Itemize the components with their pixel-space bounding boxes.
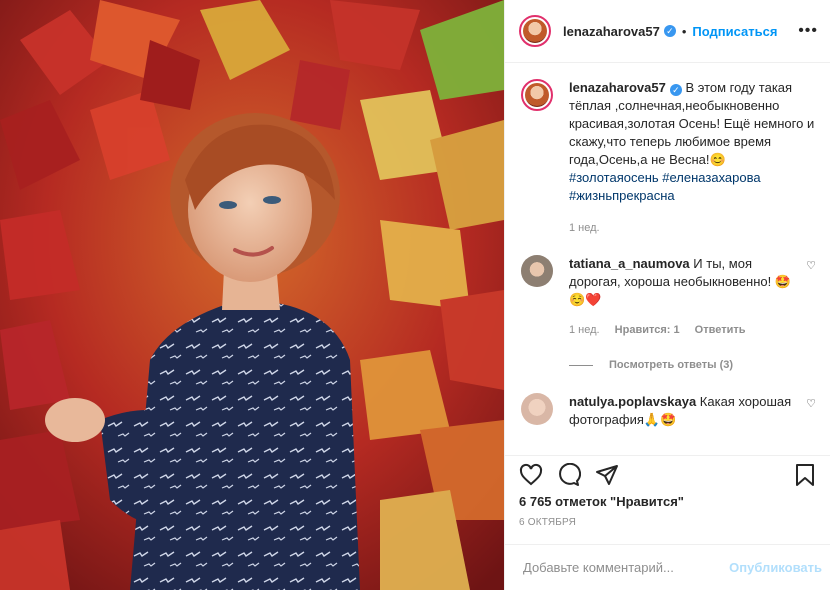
comment-input[interactable] xyxy=(521,559,730,576)
author-avatar[interactable] xyxy=(519,15,551,47)
post-side-panel: lenazaharova57 ✓ • Подписаться ••• lenaz… xyxy=(504,0,830,590)
caption-username[interactable]: lenazaharova57 xyxy=(569,80,666,95)
verified-badge-icon: ✓ xyxy=(663,25,676,37)
share-send-icon[interactable] xyxy=(595,463,619,487)
comment-bubble-icon[interactable] xyxy=(557,463,581,487)
reply-button[interactable]: Ответить xyxy=(695,324,746,336)
post-date[interactable]: 6 ОКТЯБРЯ xyxy=(519,517,576,528)
post-actions: 6 765 отметок "Нравится" xyxy=(505,455,830,525)
caption: lenazaharova57 ✓ В этом году такая тёплая… xyxy=(521,79,816,237)
separator-dot: • xyxy=(681,23,687,39)
like-heart-icon[interactable] xyxy=(519,463,543,487)
verified-badge-icon: ✓ xyxy=(669,84,682,96)
comment-likes[interactable]: Нравится: 1 xyxy=(615,324,680,336)
comments-section[interactable]: lenazaharova57 ✓ В этом году такая тёплая… xyxy=(505,63,830,455)
comment-time[interactable]: 1 нед. xyxy=(569,324,600,336)
like-comment-heart-icon[interactable]: ♡ xyxy=(806,397,816,410)
likes-count[interactable]: 6 765 отметок "Нравится" xyxy=(519,494,816,509)
like-comment-heart-icon[interactable]: ♡ xyxy=(806,259,816,272)
caption-time[interactable]: 1 нед. xyxy=(569,222,600,234)
comment-item: natulya.poplavskaya Какая хорошая фотогр… xyxy=(521,393,816,429)
follow-button[interactable]: Подписаться xyxy=(692,24,777,39)
view-replies-label[interactable]: Посмотреть ответы (3) xyxy=(609,359,733,371)
save-bookmark-icon[interactable] xyxy=(794,463,816,487)
commenter-avatar[interactable] xyxy=(521,393,553,425)
replies-line xyxy=(569,364,593,366)
author-avatar-caption[interactable] xyxy=(521,79,553,111)
caption-hashtags[interactable]: #золотаяосень #еленазахарова #жизньпрекр… xyxy=(569,170,761,203)
author-username[interactable]: lenazaharova57 xyxy=(563,24,660,39)
comment-item: tatiana_a_naumova И ты, моя дорогая, хор… xyxy=(521,255,816,339)
ellipsis-icon[interactable]: ••• xyxy=(798,22,818,40)
instagram-post: lenazaharova57 ✓ • Подписаться ••• lenaz… xyxy=(0,0,830,590)
photo-image xyxy=(0,0,504,590)
add-comment-bar: Опубликовать xyxy=(505,544,830,590)
comment-username[interactable]: natulya.poplavskaya xyxy=(569,394,696,409)
comment-username[interactable]: tatiana_a_naumova xyxy=(569,256,690,271)
view-replies[interactable]: Посмотреть ответы (3) xyxy=(569,359,816,371)
post-photo[interactable] xyxy=(0,0,504,590)
post-header: lenazaharova57 ✓ • Подписаться ••• xyxy=(505,0,830,63)
publish-button[interactable]: Опубликовать xyxy=(729,560,822,575)
commenter-avatar[interactable] xyxy=(521,255,553,287)
